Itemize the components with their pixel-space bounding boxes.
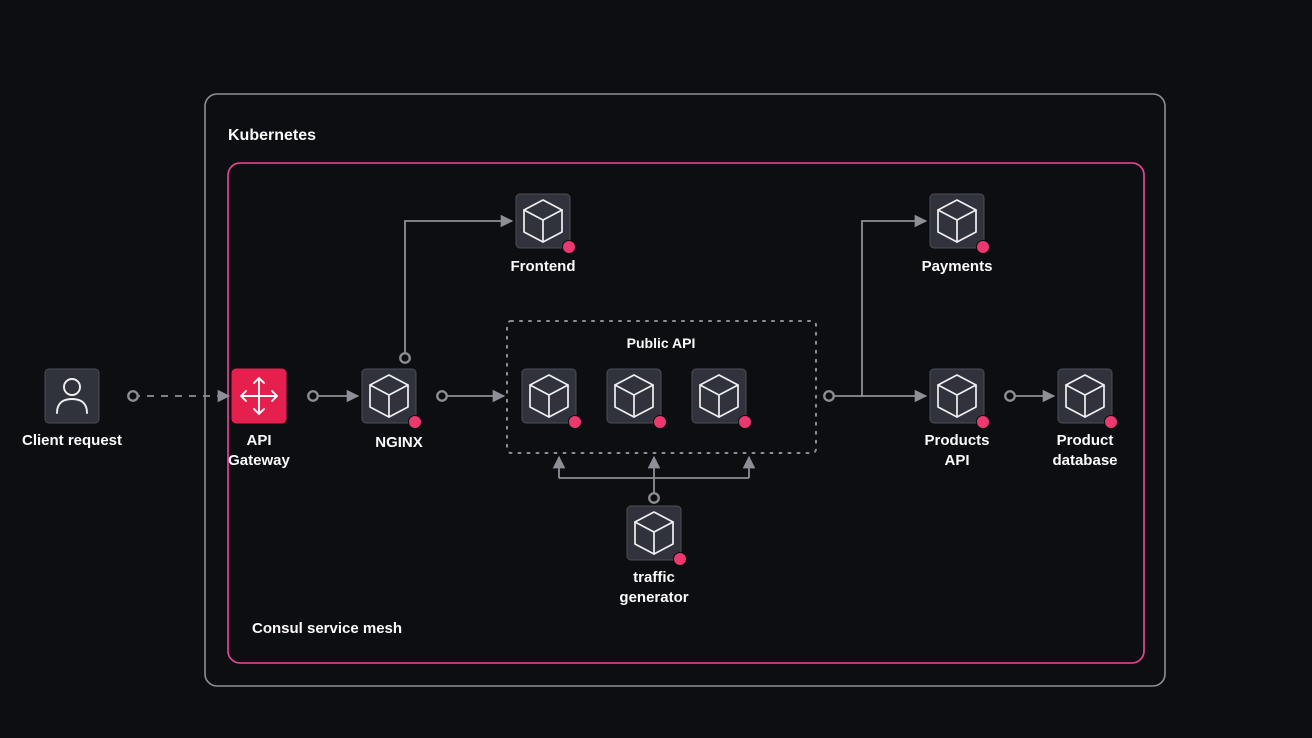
node-db-label-1: Product <box>1057 432 1114 449</box>
status-dot-icon <box>654 416 667 429</box>
node-nginx <box>362 369 422 429</box>
node-client-label: Client request <box>22 432 122 449</box>
region-kubernetes-label: Kubernetes <box>228 127 316 144</box>
status-dot-icon <box>739 416 752 429</box>
group-public-api-label: Public API <box>627 335 696 351</box>
status-dot-icon <box>674 553 687 566</box>
status-dot-icon <box>409 416 422 429</box>
node-products-label-2: API <box>944 452 969 469</box>
status-dot-icon <box>977 241 990 254</box>
node-payments <box>930 194 990 254</box>
node-payments-label: Payments <box>922 258 993 275</box>
status-dot-icon <box>1105 416 1118 429</box>
node-publicapi-1 <box>522 369 582 429</box>
region-consul-label: Consul service mesh <box>252 620 402 637</box>
node-gateway <box>232 369 286 423</box>
edge-nginx-to-frontend <box>405 221 512 358</box>
node-traffic-label-2: generator <box>619 589 688 606</box>
node-publicapi-3 <box>692 369 752 429</box>
node-gateway-label-2: Gateway <box>228 452 290 469</box>
node-client <box>45 369 99 423</box>
status-dot-icon <box>569 416 582 429</box>
edge-traffic-to-publicapi <box>559 457 749 498</box>
node-products-api <box>930 369 990 429</box>
status-dot-icon <box>563 241 576 254</box>
architecture-diagram: Kubernetes Consul service mesh Public AP… <box>0 0 1312 738</box>
node-product-database <box>1058 369 1118 429</box>
node-traffic-generator <box>627 506 687 566</box>
status-dot-icon <box>977 416 990 429</box>
node-frontend <box>516 194 576 254</box>
edge-publicapi-to-payments <box>829 221 926 396</box>
node-frontend-label: Frontend <box>511 258 576 275</box>
node-nginx-label: NGINX <box>375 434 423 451</box>
node-products-label-1: Products <box>924 432 989 449</box>
node-db-label-2: database <box>1052 452 1117 469</box>
node-publicapi-2 <box>607 369 667 429</box>
node-gateway-label-1: API <box>246 432 271 449</box>
node-traffic-label-1: traffic <box>633 569 675 586</box>
